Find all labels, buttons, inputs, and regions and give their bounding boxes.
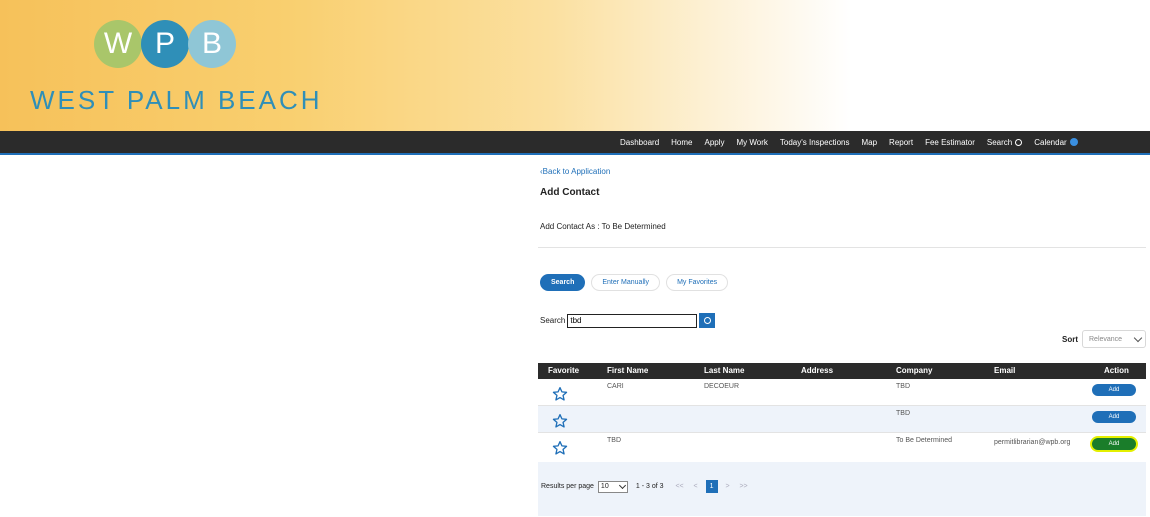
star-favorite-icon[interactable] [552, 386, 568, 402]
table-row: CARI DECOEUR TBD Add [538, 379, 1146, 406]
logo-letter-p: P [141, 20, 189, 68]
wpb-logo[interactable]: W P B WEST PALM BEACH [30, 20, 320, 120]
add-contact-as-text: Add Contact As : To Be Determined [540, 222, 666, 231]
logo-letter-w: W [94, 20, 142, 68]
back-to-application-link[interactable]: ‹Back to Application [540, 167, 610, 176]
col-favorite: Favorite [548, 366, 580, 375]
tab-my-favorites[interactable]: My Favorites [666, 274, 729, 291]
nav-fee-estimator[interactable]: Fee Estimator [925, 138, 975, 147]
nav-report[interactable]: Report [889, 138, 913, 147]
results-per-page-label: Results per page [541, 483, 594, 490]
main-nav: Dashboard Home Apply My Work Today's Ins… [0, 131, 1150, 155]
sort-control: Sort Relevance [1062, 330, 1146, 348]
next-page-button[interactable]: > [722, 483, 734, 490]
nav-dashboard[interactable]: Dashboard [620, 138, 659, 147]
col-first-name: First Name [607, 366, 649, 375]
col-company: Company [896, 366, 933, 375]
pagination-bar: Results per page 10 1 - 3 of 3 << < 1 > … [538, 462, 1146, 516]
nav-search-label: Search [986, 137, 1013, 147]
nav-todays-inspections[interactable]: Today's Inspections [780, 138, 850, 147]
page-1-button[interactable]: 1 [705, 480, 718, 493]
contacts-table: Favorite First Name Last Name Address Co… [538, 363, 1146, 471]
magnifier-icon [703, 317, 711, 324]
sort-select[interactable]: Relevance [1082, 330, 1146, 348]
page-title: Add Contact [540, 187, 600, 198]
results-range: 1 - 3 of 3 [635, 483, 664, 490]
cell-first-name: TBD [607, 437, 621, 444]
star-favorite-icon[interactable] [552, 413, 568, 429]
search-row: Search [540, 313, 716, 328]
table-header: Favorite First Name Last Name Address Co… [538, 363, 1146, 379]
col-last-name: Last Name [704, 366, 745, 375]
sort-label: Sort [1062, 334, 1078, 344]
cell-last-name: DECOEUR [704, 383, 740, 390]
prev-page-button[interactable]: < [690, 483, 702, 490]
logo-circles: W P B [94, 20, 244, 68]
col-address: Address [801, 366, 834, 375]
first-page-button[interactable]: << [674, 483, 686, 490]
tab-search[interactable]: Search [540, 274, 586, 291]
search-icon [1015, 138, 1023, 146]
logo-letter-b: B [188, 20, 236, 68]
cell-company: TBD [896, 383, 910, 390]
search-button[interactable] [699, 313, 716, 328]
results-per-page-select[interactable]: 10 [597, 480, 628, 493]
nav-home[interactable]: Home [671, 138, 692, 147]
chevron-down-icon [1133, 333, 1143, 342]
nav-my-work[interactable]: My Work [737, 138, 768, 147]
table-row: TBD Add [538, 406, 1146, 433]
cell-email: permitlibrarian@wpb.org [994, 439, 1071, 446]
nav-calendar[interactable]: Calendar [1034, 137, 1078, 147]
tab-enter-manually[interactable]: Enter Manually [591, 274, 661, 291]
calendar-badge-icon [1069, 138, 1078, 146]
sort-selected-value: Relevance [1089, 335, 1123, 343]
col-email: Email [994, 366, 1016, 375]
add-button[interactable]: Add [1092, 411, 1136, 423]
last-page-button[interactable]: >> [738, 483, 750, 490]
add-button[interactable]: Add [1092, 384, 1136, 396]
search-label: Search [540, 316, 566, 325]
add-button[interactable]: Add [1092, 438, 1136, 450]
cell-company: To Be Determined [896, 437, 953, 444]
nav-calendar-label: Calendar [1034, 137, 1067, 147]
cell-company: TBD [896, 410, 910, 417]
chevron-down-icon [618, 481, 626, 489]
contact-tabs: Search Enter Manually My Favorites [540, 274, 729, 291]
col-action: Action [1104, 366, 1129, 375]
star-favorite-icon[interactable] [552, 440, 568, 456]
nav-map[interactable]: Map [861, 138, 877, 147]
cell-first-name: CARI [607, 383, 624, 390]
nav-search[interactable]: Search [986, 137, 1023, 147]
search-input[interactable] [567, 313, 698, 328]
results-per-page-value: 10 [600, 483, 609, 490]
divider [538, 247, 1146, 248]
header-banner: W P B WEST PALM BEACH [0, 0, 1150, 131]
city-name: WEST PALM BEACH [30, 85, 323, 115]
nav-apply[interactable]: Apply [704, 138, 724, 147]
